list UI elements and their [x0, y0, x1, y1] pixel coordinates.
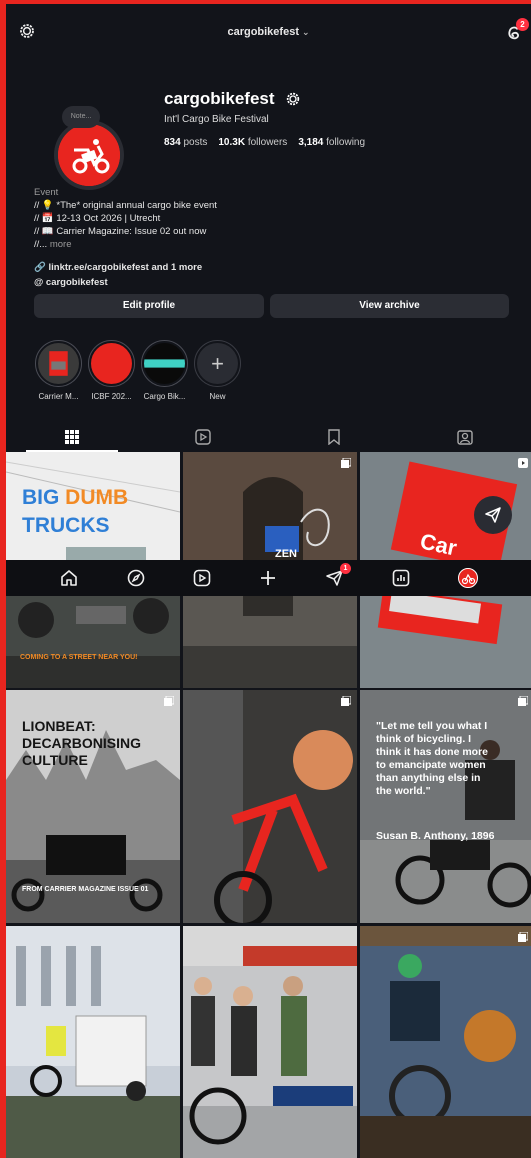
share-button[interactable] — [474, 496, 512, 534]
threads-link[interactable]: @ cargobikefest — [34, 275, 202, 290]
username-switcher[interactable]: cargobikefest ⌄ — [6, 26, 531, 38]
post-tile-orange-bike[interactable] — [183, 690, 357, 923]
post-tile-street[interactable] — [183, 596, 357, 688]
highlight-carrier[interactable]: Carrier M... — [34, 340, 83, 401]
story-highlights: Carrier M... ICBF 202... Cargo Bik... + … — [34, 340, 242, 401]
bio-line-truncated: //... more — [34, 239, 72, 250]
bio: Event // 💡 *The* original annual cargo b… — [34, 186, 514, 251]
following-stat[interactable]: 3,184 following — [298, 137, 365, 148]
chevron-down-icon: ⌄ — [301, 27, 310, 37]
tile-headline-accent: DUMB — [65, 486, 129, 509]
bio-line: // 📅 12-13 Oct 2026 | Utrecht — [34, 213, 161, 224]
profile-name: cargobikefest — [164, 89, 275, 108]
carousel-icon — [164, 696, 174, 706]
reel-icon — [518, 458, 528, 468]
avatar[interactable] — [54, 120, 124, 190]
tile-caption: FROM CARRIER MAGAZINE ISSUE 01 — [22, 886, 149, 893]
home-icon — [61, 570, 78, 586]
grid-icon — [64, 430, 79, 444]
post-tile-delivery-bike[interactable] — [6, 926, 180, 1158]
followers-stat[interactable]: 10.3K followers — [218, 137, 287, 148]
profile-full-name: Int'l Cargo Bike Festival — [164, 114, 269, 125]
carousel-icon — [341, 458, 351, 468]
tab-grid[interactable] — [6, 422, 137, 452]
profile-links: 🔗 linktr.ee/cargobikefest and 1 more @ c… — [34, 260, 202, 290]
tile-title: LIONBEAT: DECARBONISING CULTURE — [22, 718, 142, 768]
bio-more-link[interactable]: more — [50, 239, 72, 250]
nav-explore[interactable] — [125, 567, 147, 589]
carousel-icon — [518, 932, 528, 942]
nav-profile[interactable] — [457, 567, 479, 589]
threads-small-icon: @ — [34, 277, 44, 288]
plus-icon — [261, 571, 276, 585]
username-label: cargobikefest — [227, 26, 299, 38]
highlight-new[interactable]: + New — [193, 340, 242, 401]
verified-settings-icon[interactable] — [285, 91, 301, 107]
bio-line: // 📖 Carrier Magazine: Issue 02 out now — [34, 226, 207, 237]
post-tile-bridge[interactable]: ZEN — [183, 452, 357, 560]
post-tile-trucks-street[interactable]: COMING TO A STREET NEAR YOU! — [6, 596, 180, 688]
cargo-bike-logo-icon — [58, 124, 120, 186]
threads-badge: 2 — [516, 18, 529, 31]
tagged-person-icon — [457, 430, 474, 445]
tile-quote: "Let me tell you what I think of bicycli… — [376, 720, 489, 797]
nav-insights[interactable] — [390, 567, 412, 589]
post-tile-graffiti[interactable] — [360, 926, 531, 1158]
bio-line: // 💡 *The* original annual cargo bike ev… — [34, 200, 217, 211]
edit-profile-button[interactable]: Edit profile — [34, 294, 264, 318]
tab-saved[interactable] — [269, 422, 400, 452]
activity-badge: 1 — [339, 563, 351, 574]
view-archive-button[interactable]: View archive — [270, 294, 509, 318]
bottom-nav: 1 — [6, 560, 531, 596]
carousel-icon — [518, 696, 528, 706]
reels-icon — [193, 569, 211, 587]
top-bar: cargobikefest ⌄ 2 — [6, 4, 531, 60]
post-tile-susan-quote[interactable]: "Let me tell you what I think of bicycli… — [360, 690, 531, 923]
post-tile-carrier-pages[interactable] — [360, 596, 531, 688]
highlight-cargo-bike[interactable]: Cargo Bik... — [140, 340, 189, 401]
nav-create[interactable] — [257, 567, 279, 589]
tile-headline: BIG — [22, 486, 66, 509]
profile-tabs — [6, 422, 531, 452]
note-bubble[interactable]: Note... — [62, 106, 100, 128]
category-label: Event — [34, 187, 59, 198]
reels-icon — [195, 429, 211, 445]
carousel-icon — [341, 696, 351, 706]
link-icon: 🔗 — [34, 262, 46, 273]
profile-screen: cargobikefest ⌄ 2 Note... cargobikefest I… — [6, 4, 531, 1158]
tab-tagged[interactable] — [400, 422, 531, 452]
compass-icon — [127, 569, 144, 587]
nav-activity[interactable]: 1 — [324, 563, 351, 589]
insights-icon — [393, 569, 410, 587]
nav-home[interactable] — [58, 567, 80, 589]
highlight-icbf[interactable]: ICBF 202... — [87, 340, 136, 401]
tile-sign: ZEN — [275, 548, 297, 560]
profile-stats: 834 posts 10.3K followers 3,184 followin… — [164, 137, 365, 148]
posts-stat[interactable]: 834 posts — [164, 137, 207, 148]
post-tile-event-people[interactable] — [183, 926, 357, 1158]
tile-quote-author: Susan B. Anthony, 1896 — [376, 830, 495, 842]
tile-caption: COMING TO A STREET NEAR YOU! — [20, 654, 138, 661]
nav-reels[interactable] — [191, 567, 213, 589]
post-tile-big-dumb-trucks[interactable]: BIG DUMB TRUCKS — [6, 452, 180, 560]
bookmark-icon — [328, 429, 340, 445]
paper-plane-icon — [485, 507, 501, 523]
plus-icon: + — [211, 350, 224, 376]
tile-headline-2: TRUCKS — [22, 514, 110, 537]
post-tile-lionbeat[interactable]: LIONBEAT: DECARBONISING CULTURE FROM CAR… — [6, 690, 180, 923]
tab-reels[interactable] — [137, 422, 268, 452]
profile-avatar-icon — [457, 568, 478, 588]
external-link[interactable]: 🔗 linktr.ee/cargobikefest and 1 more — [34, 260, 202, 275]
